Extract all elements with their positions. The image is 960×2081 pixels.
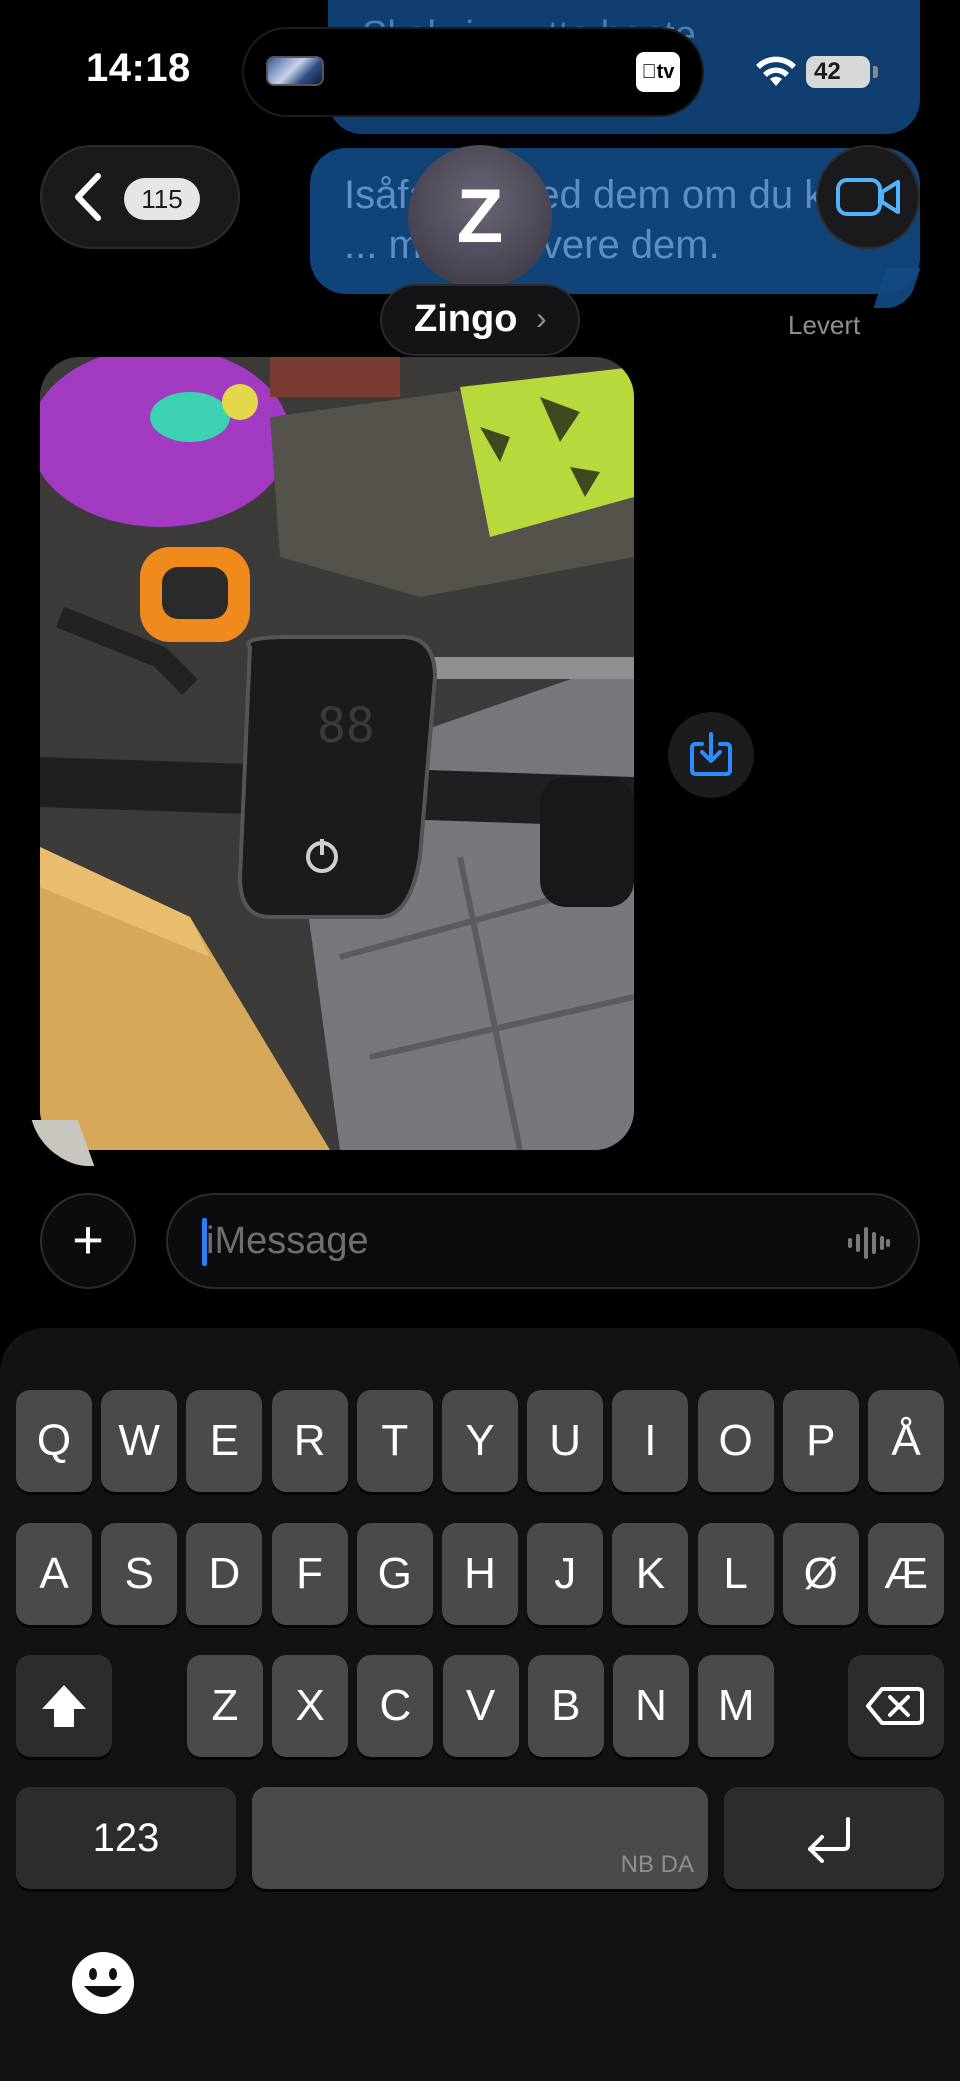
key-j[interactable]: J — [527, 1523, 604, 1625]
key-k[interactable]: K — [612, 1523, 689, 1625]
key-a[interactable]: A — [16, 1523, 92, 1625]
backspace-icon — [866, 1687, 924, 1725]
key-label: P — [806, 1416, 836, 1465]
key-t[interactable]: T — [356, 1390, 433, 1492]
key-s[interactable]: S — [101, 1523, 178, 1625]
unread-count-badge: 115 — [124, 178, 200, 220]
key-label: F — [296, 1549, 324, 1598]
key-u[interactable]: U — [527, 1390, 604, 1492]
key-label: S — [124, 1549, 154, 1598]
scooter-handlebar-photo: 88 — [40, 357, 634, 1150]
key-label: O — [718, 1416, 753, 1465]
key-label: X — [295, 1681, 325, 1730]
key-label: Å — [891, 1416, 921, 1465]
key-label: N — [635, 1681, 667, 1730]
key-l[interactable]: L — [697, 1523, 774, 1625]
photo-message[interactable]: 88 — [40, 357, 634, 1150]
audio-waveform-icon[interactable] — [846, 1226, 890, 1260]
delete-key[interactable] — [848, 1655, 944, 1757]
delivery-status: Levert — [788, 310, 861, 340]
key-label: G — [377, 1549, 412, 1598]
key-q[interactable]: Q — [16, 1390, 92, 1492]
download-tray-icon — [690, 732, 732, 776]
key-label: U — [549, 1416, 582, 1465]
key-p[interactable]: P — [782, 1390, 859, 1492]
key-label: Ø — [803, 1549, 838, 1598]
key-g[interactable]: G — [356, 1523, 433, 1625]
key-label: J — [554, 1549, 577, 1598]
key-label: T — [381, 1416, 409, 1465]
video-camera-icon — [836, 178, 900, 216]
key-r[interactable]: R — [271, 1390, 348, 1492]
apple-tv-icon: tv — [636, 52, 680, 92]
key-v[interactable]: V — [442, 1655, 519, 1757]
imessage-placeholder: iMessage — [206, 1220, 369, 1262]
key-å[interactable]: Å — [868, 1390, 944, 1492]
key-label: H — [464, 1549, 496, 1598]
numbers-key[interactable]: 123 — [16, 1787, 236, 1889]
contact-name: Zingo — [414, 298, 518, 340]
key-o[interactable]: O — [697, 1390, 774, 1492]
emoji-icon[interactable] — [70, 1950, 136, 2016]
space-key[interactable]: NB DA — [252, 1787, 708, 1889]
key-label: D — [208, 1549, 241, 1598]
key-d[interactable]: D — [186, 1523, 263, 1625]
key-label: M — [717, 1681, 755, 1730]
battery-nub — [873, 66, 878, 78]
wifi-icon — [756, 56, 796, 86]
return-arrow-icon — [808, 1817, 850, 1863]
numbers-key-label: 123 — [92, 1816, 160, 1860]
key-label: L — [723, 1549, 748, 1598]
key-w[interactable]: W — [101, 1390, 178, 1492]
contact-avatar[interactable]: Z — [408, 145, 552, 289]
status-time: 14:18 — [86, 46, 191, 90]
key-b[interactable]: B — [527, 1655, 604, 1757]
key-n[interactable]: N — [613, 1655, 689, 1757]
key-label: W — [118, 1416, 160, 1465]
battery-indicator: 42 — [806, 56, 870, 88]
key-label: I — [644, 1416, 657, 1465]
shift-key[interactable] — [16, 1655, 112, 1757]
return-key[interactable] — [724, 1787, 944, 1889]
key-c[interactable]: C — [357, 1655, 434, 1757]
apps-plus-button[interactable]: + — [40, 1193, 136, 1289]
key-label: A — [39, 1549, 69, 1598]
key-label: R — [293, 1416, 326, 1465]
key-label: Y — [465, 1416, 495, 1465]
key-label: Z — [211, 1681, 239, 1730]
key-ø[interactable]: Ø — [782, 1523, 859, 1625]
space-language-label: NB DA — [620, 1851, 694, 1878]
key-label: B — [551, 1681, 581, 1730]
key-label: C — [379, 1681, 412, 1730]
key-label: K — [635, 1549, 666, 1598]
key-h[interactable]: H — [442, 1523, 518, 1625]
shift-arrow-icon — [42, 1685, 86, 1727]
display-digits: 88 — [317, 698, 375, 754]
key-label: E — [209, 1416, 240, 1465]
key-y[interactable]: Y — [442, 1390, 518, 1492]
chevron-right-icon: › — [536, 300, 547, 336]
key-x[interactable]: X — [272, 1655, 349, 1757]
key-f[interactable]: F — [271, 1523, 348, 1625]
key-æ[interactable]: Æ — [868, 1523, 944, 1625]
chevron-left-icon — [75, 173, 101, 221]
key-i[interactable]: I — [612, 1390, 689, 1492]
key-e[interactable]: E — [186, 1390, 263, 1492]
key-z[interactable]: Z — [187, 1655, 263, 1757]
now-playing-thumbnail — [266, 56, 324, 86]
key-label: V — [465, 1681, 496, 1730]
key-label: Q — [36, 1416, 72, 1465]
key-label: Æ — [884, 1549, 928, 1598]
key-m[interactable]: M — [698, 1655, 775, 1757]
